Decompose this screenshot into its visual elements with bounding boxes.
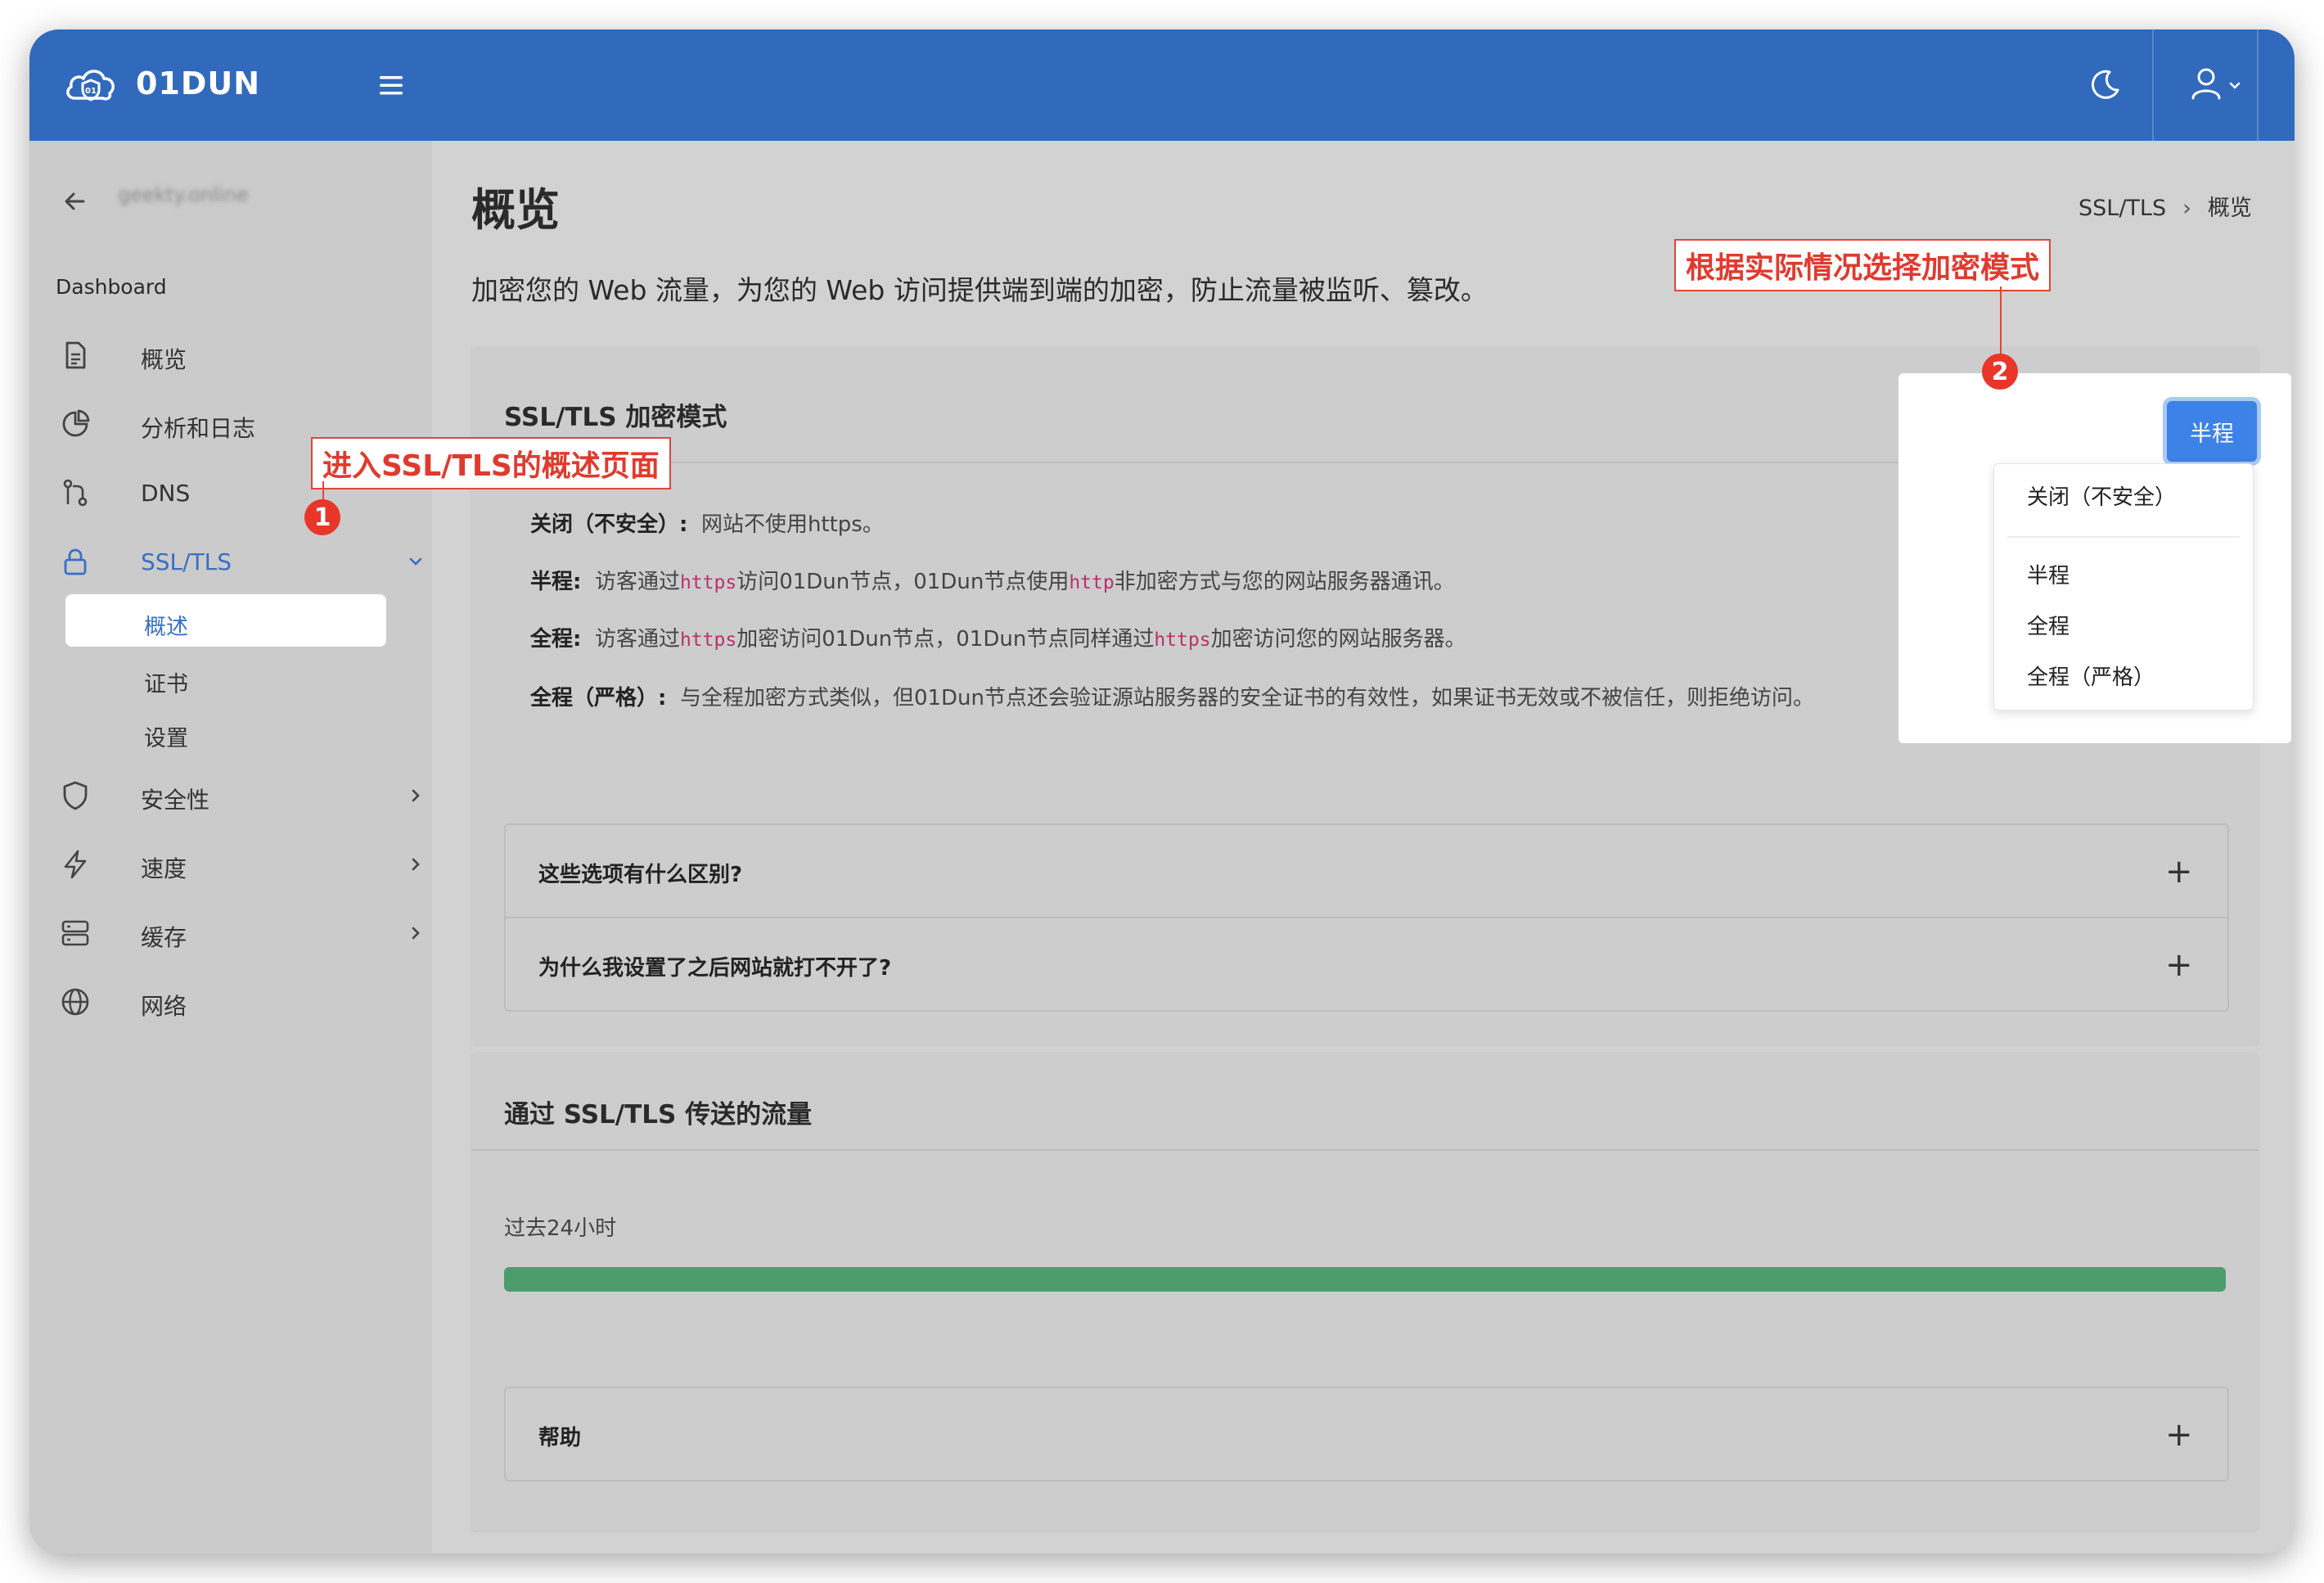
chevron-right-icon bbox=[412, 927, 420, 940]
sidebar-item-label: 网络 bbox=[141, 993, 187, 1020]
sidebar-subitem-label: 设置 bbox=[144, 726, 188, 751]
git-branch-icon bbox=[63, 479, 88, 507]
svg-text:01: 01 bbox=[85, 87, 97, 96]
sidebar-item-speed[interactable]: 速度 bbox=[56, 840, 420, 889]
help-item[interactable]: 帮助 + bbox=[506, 1388, 2227, 1480]
header-divider bbox=[2152, 29, 2154, 141]
sidebar-subitem-overview[interactable]: 概述 bbox=[65, 594, 386, 647]
card-title: SSL/TLS 加密模式 bbox=[504, 403, 727, 432]
traffic-progress-fill bbox=[504, 1267, 2226, 1292]
document-icon bbox=[65, 341, 86, 369]
sidebar-item-label: 安全性 bbox=[141, 787, 210, 814]
faq-item[interactable]: 为什么我设置了之后网站就打不开了? + bbox=[506, 918, 2227, 1010]
sidebar-item-label: SSL/TLS bbox=[141, 548, 232, 575]
chevron-right-icon bbox=[412, 858, 420, 871]
mode-description-off: 关闭（不安全）: 网站不使用https。 bbox=[530, 512, 884, 537]
brand-name[interactable]: 01DUN bbox=[136, 65, 260, 101]
plus-icon[interactable]: + bbox=[2165, 1416, 2193, 1454]
menu-toggle-icon[interactable] bbox=[375, 69, 408, 101]
sidebar-item-label: 速度 bbox=[141, 855, 187, 882]
traffic-progress-bar bbox=[504, 1267, 2226, 1292]
faq-item[interactable]: 这些选项有什么区别? + bbox=[506, 825, 2227, 917]
sidebar-item-overview[interactable]: 概览 bbox=[56, 331, 416, 380]
plus-icon[interactable]: + bbox=[2165, 853, 2193, 891]
encryption-mode-dropdown-menu: 关闭（不安全） 半程 全程 全程（严格） bbox=[1993, 463, 2254, 710]
globe-icon bbox=[61, 988, 89, 1016]
header-divider bbox=[2257, 29, 2259, 141]
annotation-badge-step2: 2 bbox=[1982, 354, 2018, 390]
sidebar-subitem-settings[interactable]: 设置 bbox=[65, 706, 386, 758]
dropdown-divider bbox=[2007, 536, 2240, 538]
shield-icon bbox=[63, 781, 88, 810]
sidebar-subitem-label: 概述 bbox=[144, 615, 188, 640]
app-window: 01 01DUN geekty.online Dashboard 概览 分析和日… bbox=[29, 29, 2295, 1554]
card-divider bbox=[471, 1149, 2259, 1151]
mode-description-flexible: 半程: 访客通过https访问01Dun节点，01Dun节点使用http非加密方… bbox=[530, 570, 1455, 594]
faq-accordion: 这些选项有什么区别? + 为什么我设置了之后网站就打不开了? + bbox=[504, 823, 2229, 1012]
user-menu-icon[interactable] bbox=[2173, 61, 2255, 110]
sidebar-item-security[interactable]: 安全性 bbox=[56, 771, 420, 820]
sidebar-subitem-label: 证书 bbox=[144, 672, 188, 697]
sidebar-item-ssl-tls[interactable]: SSL/TLS bbox=[56, 537, 422, 586]
sidebar-item-label: DNS bbox=[141, 480, 191, 507]
help-accordion: 帮助 + bbox=[504, 1387, 2229, 1482]
sidebar-item-network[interactable]: 网络 bbox=[56, 977, 416, 1026]
help-title: 帮助 bbox=[538, 1426, 582, 1450]
annotation-callout-step1: 进入SSL/TLS的概述页面 bbox=[311, 437, 671, 489]
dropdown-option-off[interactable]: 关闭（不安全） bbox=[2027, 480, 2176, 511]
faq-question: 这些选项有什么区别? bbox=[538, 863, 743, 887]
server-icon bbox=[61, 920, 89, 946]
mode-description-full: 全程: 访客通过https加密访问01Dun节点，01Dun节点同样通过http… bbox=[530, 627, 1466, 652]
breadcrumb-separator-icon: › bbox=[2182, 196, 2191, 221]
encryption-mode-select-button[interactable]: 半程 bbox=[2167, 401, 2257, 462]
breadcrumb-current: 概览 bbox=[2207, 196, 2252, 221]
annotation-badge-step1: 1 bbox=[304, 499, 340, 535]
lock-icon bbox=[64, 548, 87, 575]
plus-icon[interactable]: + bbox=[2165, 946, 2193, 984]
sidebar-subitem-certificates[interactable]: 证书 bbox=[65, 652, 386, 704]
ssl-traffic-card: 通过 SSL/TLS 传送的流量 过去24小时 帮助 + bbox=[471, 1053, 2259, 1531]
traffic-period-label: 过去24小时 bbox=[504, 1216, 617, 1241]
sidebar-item-label: 缓存 bbox=[141, 924, 187, 951]
chevron-right-icon bbox=[412, 789, 420, 802]
faq-question: 为什么我设置了之后网站就打不开了? bbox=[538, 956, 892, 981]
breadcrumb-link[interactable]: SSL/TLS bbox=[2079, 196, 2166, 221]
sidebar-item-cache[interactable]: 缓存 bbox=[56, 909, 420, 958]
sidebar-item-label: 分析和日志 bbox=[141, 415, 256, 442]
dropdown-option-full-strict[interactable]: 全程（严格） bbox=[2027, 661, 2155, 691]
site-name: geekty.online bbox=[118, 183, 249, 206]
sidebar: geekty.online Dashboard 概览 分析和日志 DNS SSL… bbox=[29, 141, 432, 1554]
page-description: 加密您的 Web 流量，为您的 Web 访问提供端到端的加密，防止流量被监听、篡… bbox=[471, 274, 1488, 306]
dark-mode-moon-icon[interactable] bbox=[2085, 65, 2124, 105]
card-title: 通过 SSL/TLS 传送的流量 bbox=[504, 1100, 813, 1130]
page-title: 概览 bbox=[471, 184, 560, 236]
sidebar-section-title: Dashboard bbox=[56, 275, 167, 299]
sidebar-item-label: 概览 bbox=[141, 346, 187, 373]
chevron-down-icon bbox=[409, 557, 422, 566]
dropdown-option-full[interactable]: 全程 bbox=[2027, 610, 2070, 640]
lightning-bolt-icon bbox=[64, 850, 87, 879]
annotation-callout-step2: 根据实际情况选择加密模式 bbox=[1674, 239, 2052, 291]
cloud-shield-logo-icon: 01 bbox=[66, 70, 115, 101]
top-bar: 01 01DUN bbox=[29, 29, 2295, 141]
pie-chart-icon bbox=[62, 409, 90, 437]
breadcrumb: SSL/TLS › 概览 bbox=[2079, 190, 2252, 222]
dropdown-option-flexible[interactable]: 半程 bbox=[2027, 559, 2070, 589]
mode-description-full-strict: 全程（严格）: 与全程加密方式类似，但01Dun节点还会验证源站服务器的安全证书… bbox=[530, 686, 1815, 710]
back-arrow-icon[interactable] bbox=[59, 185, 92, 218]
